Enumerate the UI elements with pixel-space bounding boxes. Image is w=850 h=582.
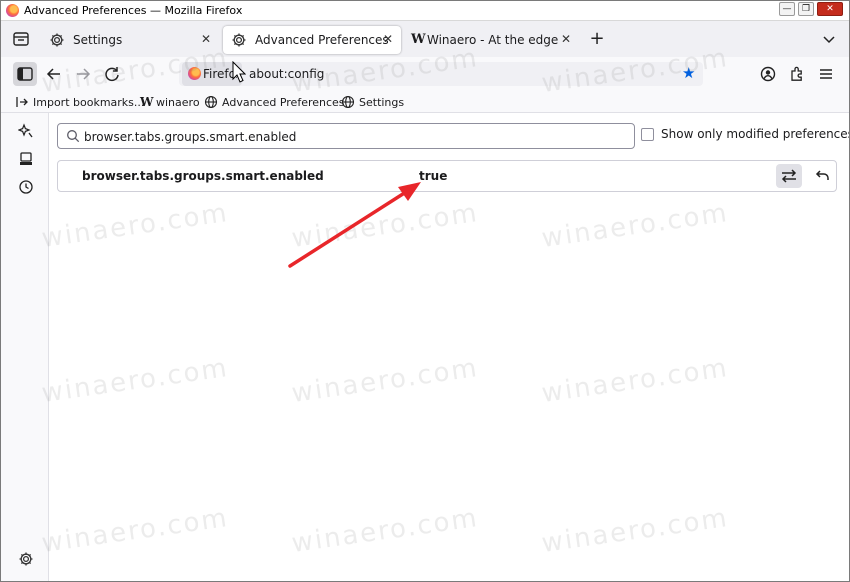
preference-value[interactable]: true (419, 169, 447, 183)
bookmark-label: Settings (359, 95, 405, 109)
about-config-page: browser.tabs.groups.smart.enabled Show o… (49, 113, 850, 581)
bookmark-label: Import bookmarks... (33, 95, 145, 109)
search-value: browser.tabs.groups.smart.enabled (84, 130, 297, 144)
maximize-button[interactable]: ❐ (798, 2, 814, 16)
winaero-logo-icon: W (411, 32, 426, 47)
gear-icon (49, 32, 65, 48)
tab-overview-icon[interactable] (10, 29, 32, 49)
bookmarks-toolbar: Import bookmarks... W winaero Advanced P… (1, 91, 849, 113)
search-icon (66, 129, 80, 143)
show-modified-toggle[interactable]: Show only modified preferences (641, 127, 850, 141)
tab-winaero[interactable]: W Winaero - At the edge of tw ✕ (403, 26, 579, 54)
bookmark-label: winaero (156, 95, 200, 109)
chevron-down-icon[interactable] (821, 31, 837, 47)
tab-settings[interactable]: Settings ✕ (41, 26, 219, 54)
back-arrow-icon[interactable] (42, 62, 66, 86)
tab-label: Settings (73, 33, 123, 47)
menu-icon[interactable] (814, 62, 838, 86)
firefox-logo-icon (188, 67, 201, 80)
preference-row[interactable]: browser.tabs.groups.smart.enabled true (57, 160, 837, 192)
forward-arrow-icon[interactable] (71, 62, 95, 86)
tab-label: Advanced Preferences (255, 33, 389, 47)
tab-label: Winaero - At the edge of tw (427, 33, 561, 47)
bookmark-star-icon[interactable]: ★ (682, 66, 695, 81)
sidebar (1, 113, 49, 581)
firefox-logo-icon (6, 4, 19, 17)
toggle-value-button[interactable] (776, 164, 802, 188)
ai-chatbot-sparkle-icon[interactable] (17, 123, 34, 139)
new-tab-button[interactable]: + (588, 30, 606, 48)
history-clock-icon[interactable] (18, 179, 34, 195)
minimize-button[interactable]: — (779, 2, 795, 16)
account-icon[interactable] (756, 62, 780, 86)
gear-icon (231, 32, 247, 48)
tab-close-icon[interactable]: ✕ (381, 32, 395, 46)
tab-advanced-preferences[interactable]: Advanced Preferences ✕ (223, 26, 401, 54)
browser-window: Advanced Preferences — Mozilla Firefox —… (0, 0, 850, 582)
bookmark-import[interactable]: Import bookmarks... (15, 94, 144, 110)
tab-close-icon[interactable]: ✕ (199, 32, 213, 46)
import-icon (15, 95, 29, 109)
reset-button[interactable] (808, 164, 834, 188)
title-bar: Advanced Preferences — Mozilla Firefox —… (1, 1, 849, 21)
show-modified-label: Show only modified preferences (661, 127, 850, 141)
url-text[interactable]: about:config (249, 67, 324, 81)
bookmark-advanced-preferences[interactable]: Advanced Preferences (204, 94, 345, 110)
globe-icon (204, 95, 218, 109)
preference-name: browser.tabs.groups.smart.enabled (82, 169, 324, 183)
bookmark-settings[interactable]: Settings (341, 94, 404, 110)
window-title: Advanced Preferences — Mozilla Firefox (24, 4, 243, 17)
close-window-button[interactable]: ✕ (817, 2, 843, 16)
winaero-logo-icon: W (140, 95, 154, 109)
bookmark-winaero[interactable]: W winaero (140, 94, 200, 110)
globe-icon (341, 95, 355, 109)
preference-search-input[interactable]: browser.tabs.groups.smart.enabled (57, 123, 635, 149)
tab-close-icon[interactable]: ✕ (559, 32, 573, 46)
show-modified-checkbox[interactable] (641, 127, 654, 141)
mouse-cursor-icon (232, 61, 246, 83)
sidebar-toggle-button[interactable] (13, 62, 37, 86)
swap-arrows-icon (781, 169, 797, 183)
extensions-icon[interactable] (785, 62, 809, 86)
reload-icon[interactable] (100, 62, 124, 86)
bookmark-label: Advanced Preferences (222, 95, 345, 109)
tab-strip: Settings ✕ Advanced Preferences ✕ W Wina… (1, 21, 849, 57)
undo-arrow-icon (815, 170, 829, 180)
gear-icon[interactable] (18, 551, 34, 567)
navigation-bar: Firefox about:config ★ (1, 57, 849, 91)
synced-tabs-icon[interactable] (18, 151, 34, 167)
